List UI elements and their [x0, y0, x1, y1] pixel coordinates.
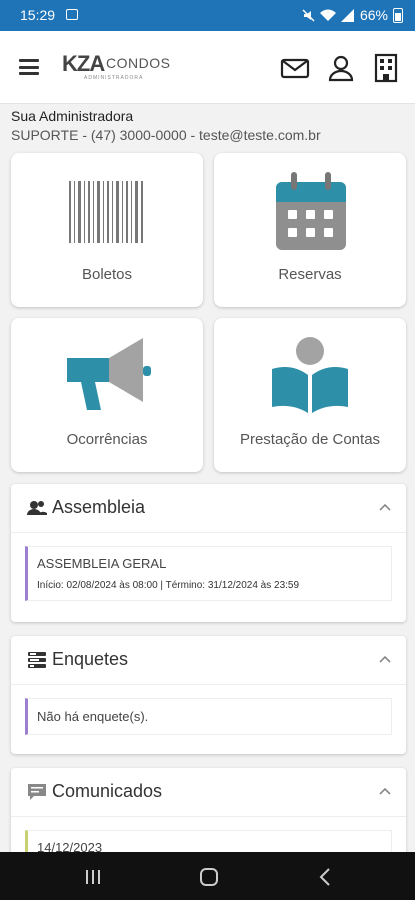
enquetes-empty-text: Não há enquete(s).: [37, 709, 149, 724]
mail-icon[interactable]: [280, 53, 310, 83]
enquetes-title: Enquetes: [52, 649, 129, 669]
status-time: 15:29: [20, 7, 56, 23]
administradora-contact: SUPORTE - (47) 3000-0000 - teste@teste.c…: [11, 127, 321, 143]
user-profile-icon[interactable]: [326, 53, 356, 83]
tile-label: Ocorrências: [66, 431, 148, 448]
calendar-icon: [276, 172, 346, 250]
tile-label: Reservas: [278, 266, 342, 283]
tile-label: Boletos: [81, 266, 133, 283]
recent-apps-icon[interactable]: [85, 869, 101, 885]
signal-icon: [340, 8, 354, 22]
logo-condos: CONDOS: [106, 55, 171, 71]
app-header: KZA CONDOS ADMINISTRADORA: [0, 31, 415, 104]
chevron-up-icon[interactable]: [378, 784, 392, 798]
wifi-icon: [319, 9, 336, 21]
comunicados-header[interactable]: Comunicados: [11, 768, 406, 817]
system-nav-bar: [0, 852, 415, 900]
battery-icon: [393, 7, 403, 23]
tile-ocorrencias[interactable]: Ocorrências: [11, 318, 203, 472]
assembleia-header[interactable]: Assembleia: [11, 484, 406, 533]
tile-boletos[interactable]: Boletos: [11, 153, 203, 307]
megaphone-icon: [67, 338, 151, 410]
enquetes-empty-item: Não há enquete(s).: [25, 698, 392, 735]
comunicados-title: Comunicados: [52, 781, 163, 801]
status-indicators: 66%: [302, 7, 403, 23]
administradora-info: Sua Administradora SUPORTE - (47) 3000-0…: [11, 108, 321, 143]
chevron-up-icon[interactable]: [378, 500, 392, 514]
gallery-notification-icon: [66, 9, 78, 20]
users-icon: [27, 501, 47, 515]
menu-icon[interactable]: [19, 59, 39, 75]
home-icon[interactable]: [199, 867, 219, 887]
administradora-label: Sua Administradora: [11, 108, 134, 124]
poll-list-icon: [28, 652, 46, 668]
logo-subtitle: ADMINISTRADORA: [84, 75, 144, 81]
reader-book-icon: [272, 337, 348, 413]
barcode-icon: [69, 181, 143, 243]
enquetes-header[interactable]: Enquetes: [11, 636, 406, 685]
chat-message-icon: [28, 784, 46, 800]
assembleia-item-title: ASSEMBLEIA GERAL: [37, 556, 167, 571]
assembleia-item[interactable]: ASSEMBLEIA GERAL Início: 02/08/2024 às 0…: [25, 546, 392, 601]
battery-percent: 66%: [359, 7, 388, 23]
building-icon[interactable]: [371, 53, 401, 83]
assembleia-title: Assembleia: [52, 497, 146, 517]
enquetes-card: Enquetes Não há enquete(s).: [11, 636, 406, 754]
mute-icon: [302, 8, 315, 22]
chevron-up-icon[interactable]: [378, 652, 392, 666]
back-icon[interactable]: [318, 868, 332, 886]
assembleia-item-dates: Início: 02/08/2024 às 08:00 | Término: 3…: [37, 580, 300, 591]
assembleia-card: Assembleia ASSEMBLEIA GERAL Início: 02/0…: [11, 484, 406, 622]
status-bar: 15:29 66%: [0, 0, 415, 31]
tile-label: Prestação de Contas: [239, 431, 381, 448]
tile-reservas[interactable]: Reservas: [214, 153, 406, 307]
logo-kza: KZA: [62, 51, 105, 76]
tile-prestacao-contas[interactable]: Prestação de Contas: [214, 318, 406, 472]
brand-logo: KZA CONDOS ADMINISTRADORA: [62, 51, 172, 85]
